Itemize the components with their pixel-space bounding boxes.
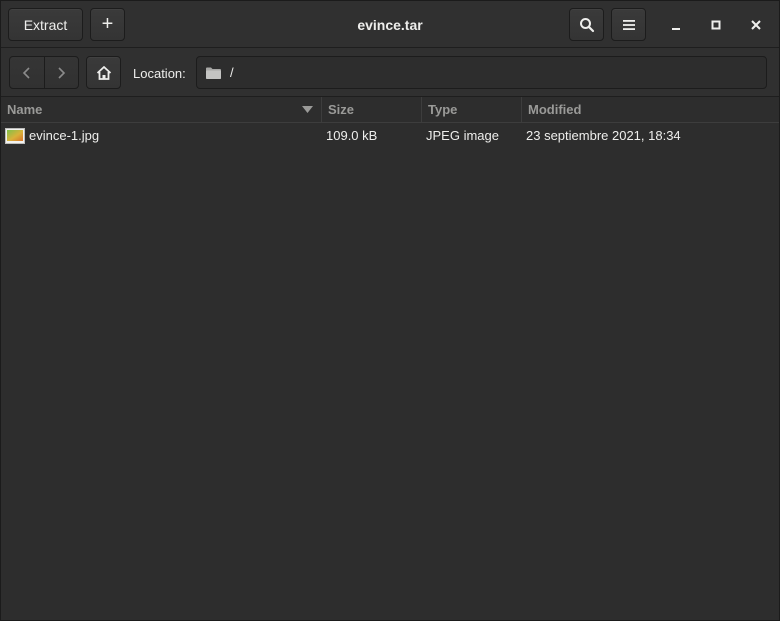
- location-bar: Location: /: [1, 48, 779, 97]
- maximize-icon: [711, 20, 721, 30]
- location-label: Location:: [133, 66, 186, 81]
- maximize-button[interactable]: [703, 12, 729, 38]
- column-header: Name Size Type Modified: [1, 97, 779, 123]
- file-size: 109.0 kB: [326, 128, 378, 143]
- location-path: /: [230, 65, 234, 80]
- archive-manager-window: Extract + evince.tar Location: / Name Si…: [0, 0, 780, 621]
- back-button[interactable]: [10, 57, 44, 88]
- minimize-icon: [672, 28, 680, 30]
- forward-button[interactable]: [43, 57, 79, 88]
- table-row[interactable]: evince-1.jpg 109.0 kB JPEG image 23 sept…: [1, 123, 779, 149]
- main-menu-button[interactable]: [611, 8, 646, 41]
- folder-icon: [206, 67, 221, 79]
- hamburger-menu-icon: [622, 19, 635, 30]
- search-button[interactable]: [569, 8, 604, 41]
- file-modified: 23 septiembre 2021, 18:34: [526, 128, 681, 143]
- chevron-left-icon: [22, 66, 30, 79]
- navigation-buttons: [9, 56, 79, 89]
- minimize-button[interactable]: [663, 12, 689, 38]
- column-type-header[interactable]: Type: [422, 97, 522, 122]
- search-icon: [579, 17, 594, 32]
- column-modified-header[interactable]: Modified: [522, 97, 779, 122]
- extract-button[interactable]: Extract: [8, 8, 83, 41]
- column-size-header[interactable]: Size: [322, 97, 422, 122]
- file-name: evince-1.jpg: [29, 128, 100, 143]
- column-name-label: Name: [7, 102, 43, 117]
- header-bar: Extract + evince.tar: [1, 1, 779, 48]
- add-files-button[interactable]: +: [90, 8, 125, 41]
- close-icon: [751, 20, 761, 30]
- home-icon: [96, 65, 111, 80]
- chevron-right-icon: [58, 66, 66, 79]
- close-button[interactable]: [743, 12, 769, 38]
- location-entry[interactable]: /: [196, 56, 767, 89]
- home-button[interactable]: [86, 56, 121, 89]
- image-file-icon: [5, 128, 25, 144]
- file-name-cell: evince-1.jpg: [5, 123, 99, 149]
- sort-descending-icon: [302, 106, 313, 113]
- column-name-header[interactable]: Name: [1, 97, 322, 122]
- file-type: JPEG image: [426, 128, 499, 143]
